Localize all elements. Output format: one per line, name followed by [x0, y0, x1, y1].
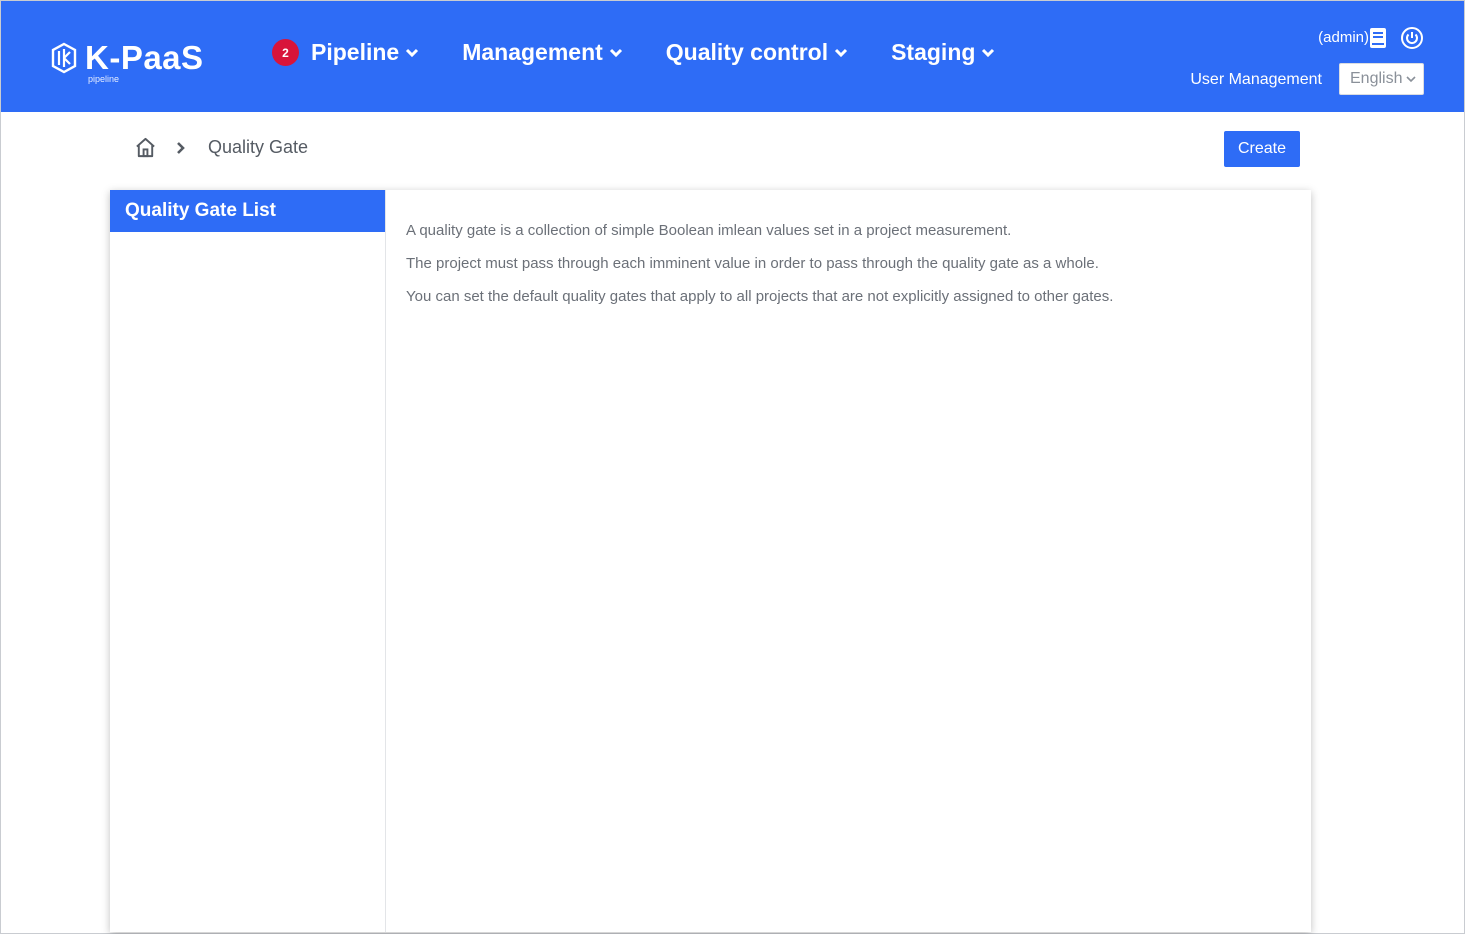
chevron-down-icon — [1406, 76, 1416, 83]
quality-gate-list-title: Quality Gate List — [110, 190, 385, 232]
quality-gate-list: Quality Gate List — [110, 190, 386, 932]
description-line: The project must pass through each immin… — [406, 255, 1099, 272]
brand-subtitle: pipeline — [88, 74, 120, 84]
description-line: You can set the default quality gates th… — [406, 288, 1114, 305]
notification-badge: 2 — [272, 39, 299, 66]
brand-logo[interactable]: K-PaaS pipeline — [51, 39, 204, 84]
top-header: K-PaaS pipeline 2 Pipeline Management Qu… — [1, 1, 1464, 112]
nav-item-label: Quality control — [665, 39, 829, 65]
create-button[interactable]: Create — [1224, 131, 1300, 167]
power-icon[interactable] — [1400, 26, 1424, 50]
nav-item-pipeline[interactable]: 2 Pipeline — [272, 39, 419, 66]
breadcrumb: Quality Gate — [134, 136, 308, 159]
nav-item-management[interactable]: Management — [462, 39, 623, 66]
nav-item-staging[interactable]: Staging — [891, 39, 995, 66]
quality-gate-description: A quality gate is a collection of simple… — [386, 190, 1311, 932]
nav-item-label: Management — [462, 39, 603, 65]
brand-name: K-PaaS — [85, 39, 204, 76]
quality-gate-panel: Quality Gate List A quality gate is a co… — [110, 190, 1311, 932]
chevron-down-icon — [835, 48, 848, 57]
chevron-down-icon — [406, 48, 419, 57]
language-select-value: English — [1350, 70, 1403, 87]
chevron-right-icon — [177, 141, 185, 154]
home-icon[interactable] — [134, 136, 157, 159]
book-icon[interactable] — [1366, 26, 1390, 50]
description-line: A quality gate is a collection of simple… — [406, 222, 1012, 239]
user-name: (admin) — [1318, 29, 1369, 46]
chevron-down-icon — [982, 48, 995, 57]
chevron-down-icon — [609, 48, 622, 57]
nav-item-label: Staging — [891, 39, 976, 65]
k-paas-logo-icon — [51, 42, 77, 74]
language-select[interactable]: English — [1339, 63, 1424, 95]
nav-item-label: Pipeline — [311, 39, 400, 65]
breadcrumb-current: Quality Gate — [208, 137, 309, 157]
user-management-link[interactable]: User Management — [1190, 71, 1322, 89]
main-nav: 2 Pipeline Management Quality control St… — [272, 39, 1038, 66]
nav-item-quality-control[interactable]: Quality control — [666, 39, 848, 66]
